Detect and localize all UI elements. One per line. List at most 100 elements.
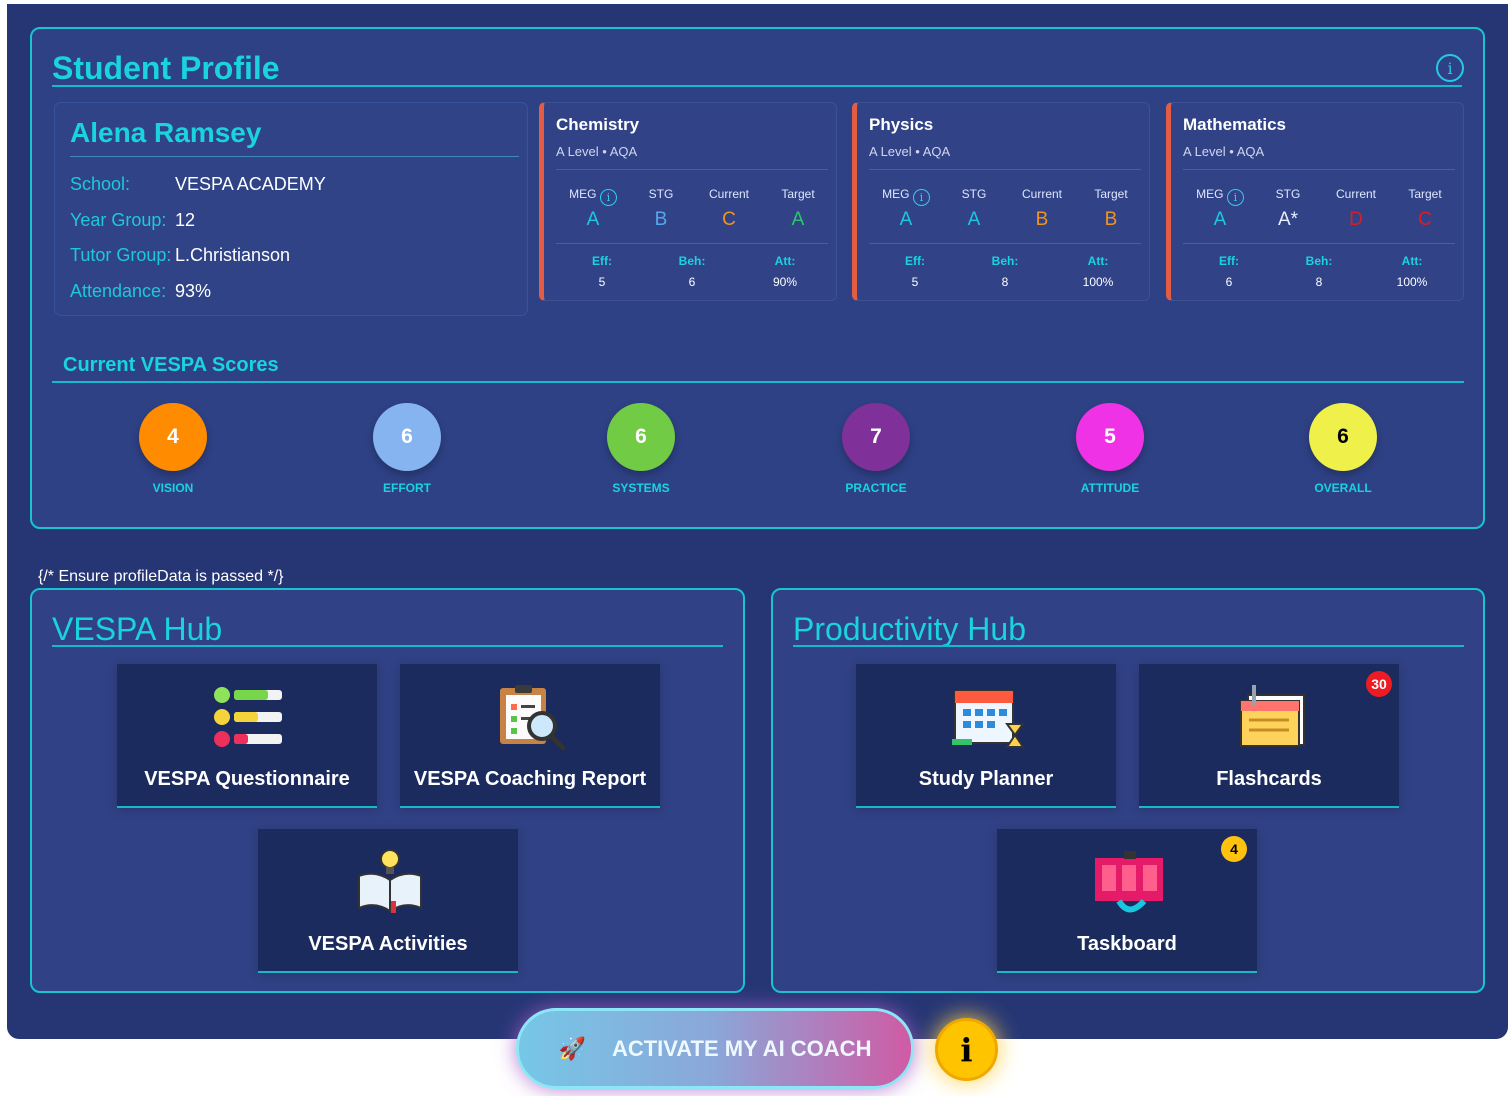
taskboard-count-badge: 4 — [1221, 836, 1247, 862]
grade-value: B — [654, 209, 668, 230]
score-practice: 7 PRACTICE — [806, 403, 946, 503]
grade-label: MEG — [1196, 187, 1224, 201]
activate-ai-coach-button[interactable]: 🚀 ACTIVATE MY AI COACH — [516, 1008, 914, 1089]
grade-value: C — [722, 209, 736, 230]
detail-label: School: — [70, 174, 131, 194]
vespa-hub-divider — [52, 645, 723, 647]
grade-label: Current — [1021, 187, 1062, 201]
subject-divider — [869, 169, 1141, 170]
grade-label: Current — [708, 187, 749, 201]
metric-value: 6 — [1225, 275, 1233, 289]
score-value: 5 — [1076, 403, 1144, 471]
subject-card-mathematics[interactable]: Mathematics A Level • AQA MEG iA STG A* C… — [1166, 102, 1464, 301]
student-name-divider — [70, 156, 519, 157]
tile-label: Flashcards — [1216, 768, 1322, 790]
student-details-card: Alena Ramsey School: VESPA ACADEMY Year G… — [54, 102, 528, 316]
grade-label: STG — [961, 187, 987, 201]
flashcards-tile[interactable]: Flashcards 30 — [1139, 664, 1399, 808]
score-label: EFFORT — [383, 481, 431, 495]
metric-value: 5 — [911, 275, 919, 289]
subject-card-physics[interactable]: Physics A Level • AQA MEG iA STG A Curren… — [852, 102, 1150, 301]
ai-coach-info-icon[interactable]: i — [935, 1018, 998, 1081]
subject-divider — [1183, 169, 1455, 170]
detail-row-school: School: VESPA ACADEMY — [70, 174, 326, 195]
subject-meta: A Level • AQA — [869, 144, 951, 159]
detail-label: Year Group: — [70, 210, 167, 230]
page-title: Student Profile — [52, 50, 280, 86]
grade-label: STG — [1275, 187, 1301, 201]
score-label: PRACTICE — [845, 481, 907, 495]
subject-name: Mathematics — [1183, 115, 1286, 134]
grade-value: A — [899, 209, 913, 230]
score-label: SYSTEMS — [612, 481, 670, 495]
vespa-coaching-report-tile[interactable]: VESPA Coaching Report — [400, 664, 660, 808]
flashcards-count-badge: 30 — [1366, 671, 1392, 697]
scores-divider — [52, 381, 1464, 383]
metric-value: 5 — [598, 275, 606, 289]
score-systems: 6 SYSTEMS — [571, 403, 711, 503]
taskboard-icon — [1095, 851, 1163, 913]
info-icon[interactable]: i — [1436, 54, 1464, 82]
tile-label: VESPA Questionnaire — [144, 768, 350, 790]
grade-value: A* — [1277, 209, 1299, 230]
calendar-icon — [952, 690, 1025, 748]
score-value: 6 — [373, 403, 441, 471]
flashcards-icon — [1240, 685, 1305, 747]
metric-value: 100% — [1396, 275, 1428, 289]
score-value: 4 — [139, 403, 207, 471]
grade-value: A — [1213, 209, 1227, 230]
detail-label: Tutor Group: — [70, 245, 172, 265]
vespa-hub-title: VESPA Hub — [52, 611, 223, 647]
grade-value: A — [967, 209, 981, 230]
ai-coach-label: ACTIVATE MY AI COACH — [611, 1035, 872, 1061]
metric-label: Att: — [774, 254, 796, 268]
detail-value: VESPA ACADEMY — [175, 174, 326, 194]
subject-divider — [1183, 243, 1455, 244]
subject-divider — [556, 169, 828, 170]
score-effort: 6 EFFORT — [337, 403, 477, 503]
subject-meta: A Level • AQA — [556, 144, 638, 159]
subject-name: Chemistry — [556, 115, 640, 134]
score-overall: 6 OVERALL — [1273, 403, 1413, 503]
metric-label: Att: — [1401, 254, 1423, 268]
detail-row-year-group: Year Group: 12 — [70, 210, 195, 231]
questionnaire-icon — [214, 687, 282, 747]
student-dashboard: Student Profile i Alena Ramsey School: VE… — [7, 4, 1508, 1039]
grade-value: A — [586, 209, 600, 230]
vespa-scores-title: Current VESPA Scores — [63, 354, 279, 376]
metric-label: Att: — [1087, 254, 1109, 268]
meg-info-icon[interactable]: i — [599, 189, 617, 206]
vespa-activities-tile[interactable]: VESPA Activities — [258, 829, 518, 973]
metric-value: 8 — [1315, 275, 1323, 289]
subject-card-chemistry[interactable]: Chemistry A Level • AQA MEG iA STG B Curr… — [539, 102, 837, 301]
meg-info-icon[interactable]: i — [912, 189, 930, 206]
vespa-questionnaire-tile[interactable]: VESPA Questionnaire — [117, 664, 377, 808]
taskboard-tile[interactable]: Taskboard 4 — [997, 829, 1257, 973]
score-attitude: 5 ATTITUDE — [1040, 403, 1180, 503]
detail-row-attendance: Attendance: 93% — [70, 281, 211, 302]
metric-value: 100% — [1082, 275, 1114, 289]
study-planner-tile[interactable]: Study Planner — [856, 664, 1116, 808]
meg-info-icon[interactable]: i — [1226, 189, 1244, 206]
student-profile-panel: Student Profile i Alena Ramsey School: VE… — [30, 27, 1485, 529]
productivity-hub-panel: Productivity Hub Study Planner Flashcard… — [771, 588, 1485, 993]
tile-label: Study Planner — [918, 768, 1054, 790]
detail-label: Attendance: — [70, 281, 167, 301]
student-name: Alena Ramsey — [70, 117, 262, 148]
profile-data-comment: {/* Ensure profileData is passed */} — [38, 568, 284, 585]
grade-label: MEG — [882, 187, 910, 201]
subject-divider — [556, 243, 828, 244]
detail-value: 12 — [175, 210, 196, 230]
score-value: 6 — [607, 403, 675, 471]
metric-label: Beh: — [678, 254, 706, 268]
subject-meta: A Level • AQA — [1183, 144, 1265, 159]
grade-label: Current — [1335, 187, 1376, 201]
grade-value: A — [791, 209, 805, 230]
grade-label: MEG — [569, 187, 597, 201]
tile-label: VESPA Activities — [308, 933, 468, 955]
grade-label: Target — [1094, 187, 1128, 201]
metric-label: Beh: — [991, 254, 1019, 268]
rocket-icon: 🚀 — [558, 1035, 586, 1061]
productivity-hub-title: Productivity Hub — [793, 611, 1026, 647]
score-value: 6 — [1309, 403, 1377, 471]
